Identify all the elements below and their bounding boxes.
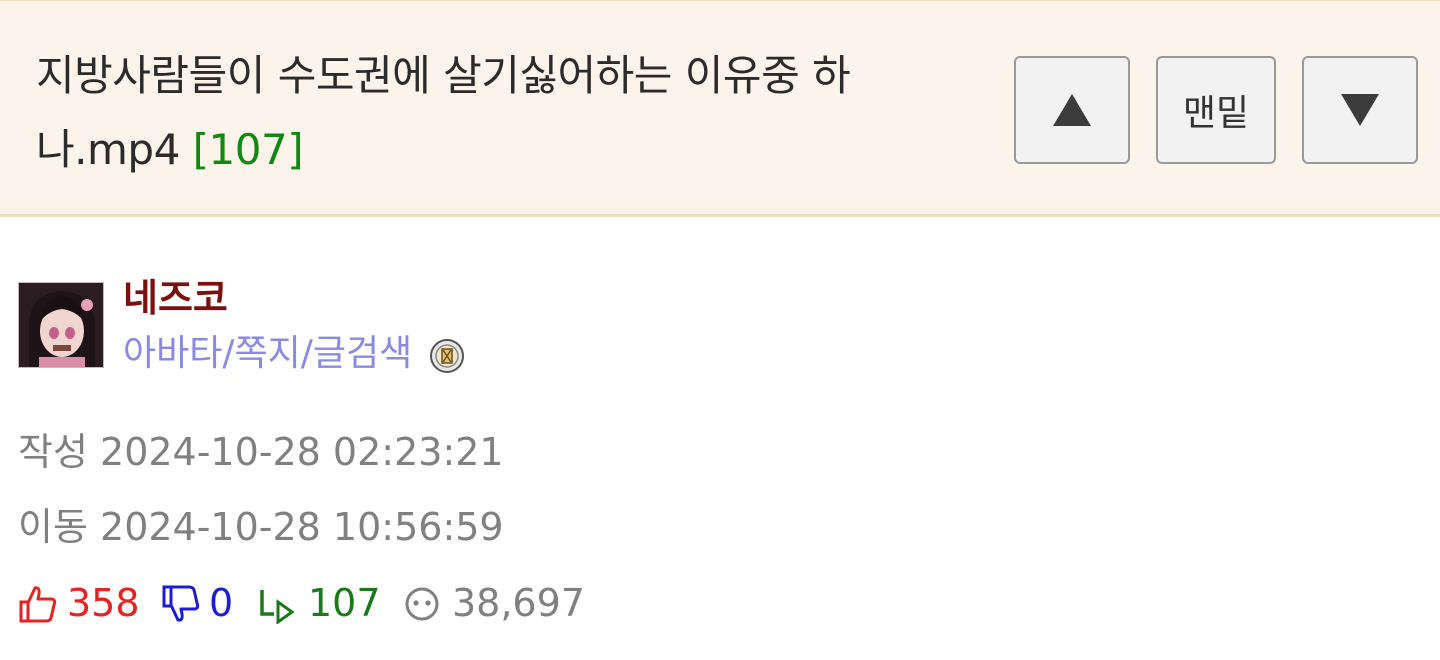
scroll-down-button[interactable] <box>1302 56 1418 164</box>
triangle-down-icon <box>1341 94 1379 126</box>
avatar[interactable] <box>18 282 104 368</box>
go-bottom-button[interactable]: 맨밑 <box>1156 56 1276 164</box>
reply-arrow-icon <box>260 590 295 624</box>
moved-label: 이동 <box>18 505 88 549</box>
avatar-link[interactable]: 아바타 <box>123 333 222 374</box>
thumbs-down-icon <box>162 585 200 622</box>
post-title-text: 지방사람들이 수도권에 살기싫어하는 이유중 하나.mp4 <box>36 51 851 174</box>
author-links: 아바타/쪽지/글검색 <box>123 330 412 378</box>
triangle-up-icon <box>1053 94 1091 126</box>
written-value: 2024-10-28 02:23:21 <box>100 430 504 474</box>
message-link[interactable]: 쪽지 <box>235 333 301 374</box>
post-search-link[interactable]: 글검색 <box>313 333 412 374</box>
link-separator: / <box>222 333 235 374</box>
view-count: 38,697 <box>452 581 585 625</box>
moved-time: 이동 2024-10-28 10:56:59 <box>18 503 504 551</box>
like-count: 358 <box>67 581 140 625</box>
comment-count[interactable]: [107] <box>193 125 304 174</box>
moved-value: 2024-10-28 10:56:59 <box>100 505 504 549</box>
written-label: 작성 <box>18 430 88 474</box>
scroll-up-button[interactable] <box>1014 56 1130 164</box>
avatar-image <box>19 283 103 367</box>
author-nickname[interactable]: 네즈코 <box>123 274 228 322</box>
post-title: 지방사람들이 수도권에 살기싫어하는 이유중 하나.mp4 [107] <box>36 39 966 187</box>
dislike-count: 0 <box>209 581 234 625</box>
go-bottom-label: 맨밑 <box>1182 93 1250 134</box>
reply-count: 107 <box>308 581 381 625</box>
thumbs-up-icon <box>19 586 57 623</box>
level-badge-icon <box>430 339 464 373</box>
link-separator: / <box>300 333 313 374</box>
eye-face-icon <box>405 587 439 621</box>
post-header: 지방사람들이 수도권에 살기싫어하는 이유중 하나.mp4 [107] 맨밑 <box>0 0 1440 217</box>
written-time: 작성 2024-10-28 02:23:21 <box>18 428 504 476</box>
